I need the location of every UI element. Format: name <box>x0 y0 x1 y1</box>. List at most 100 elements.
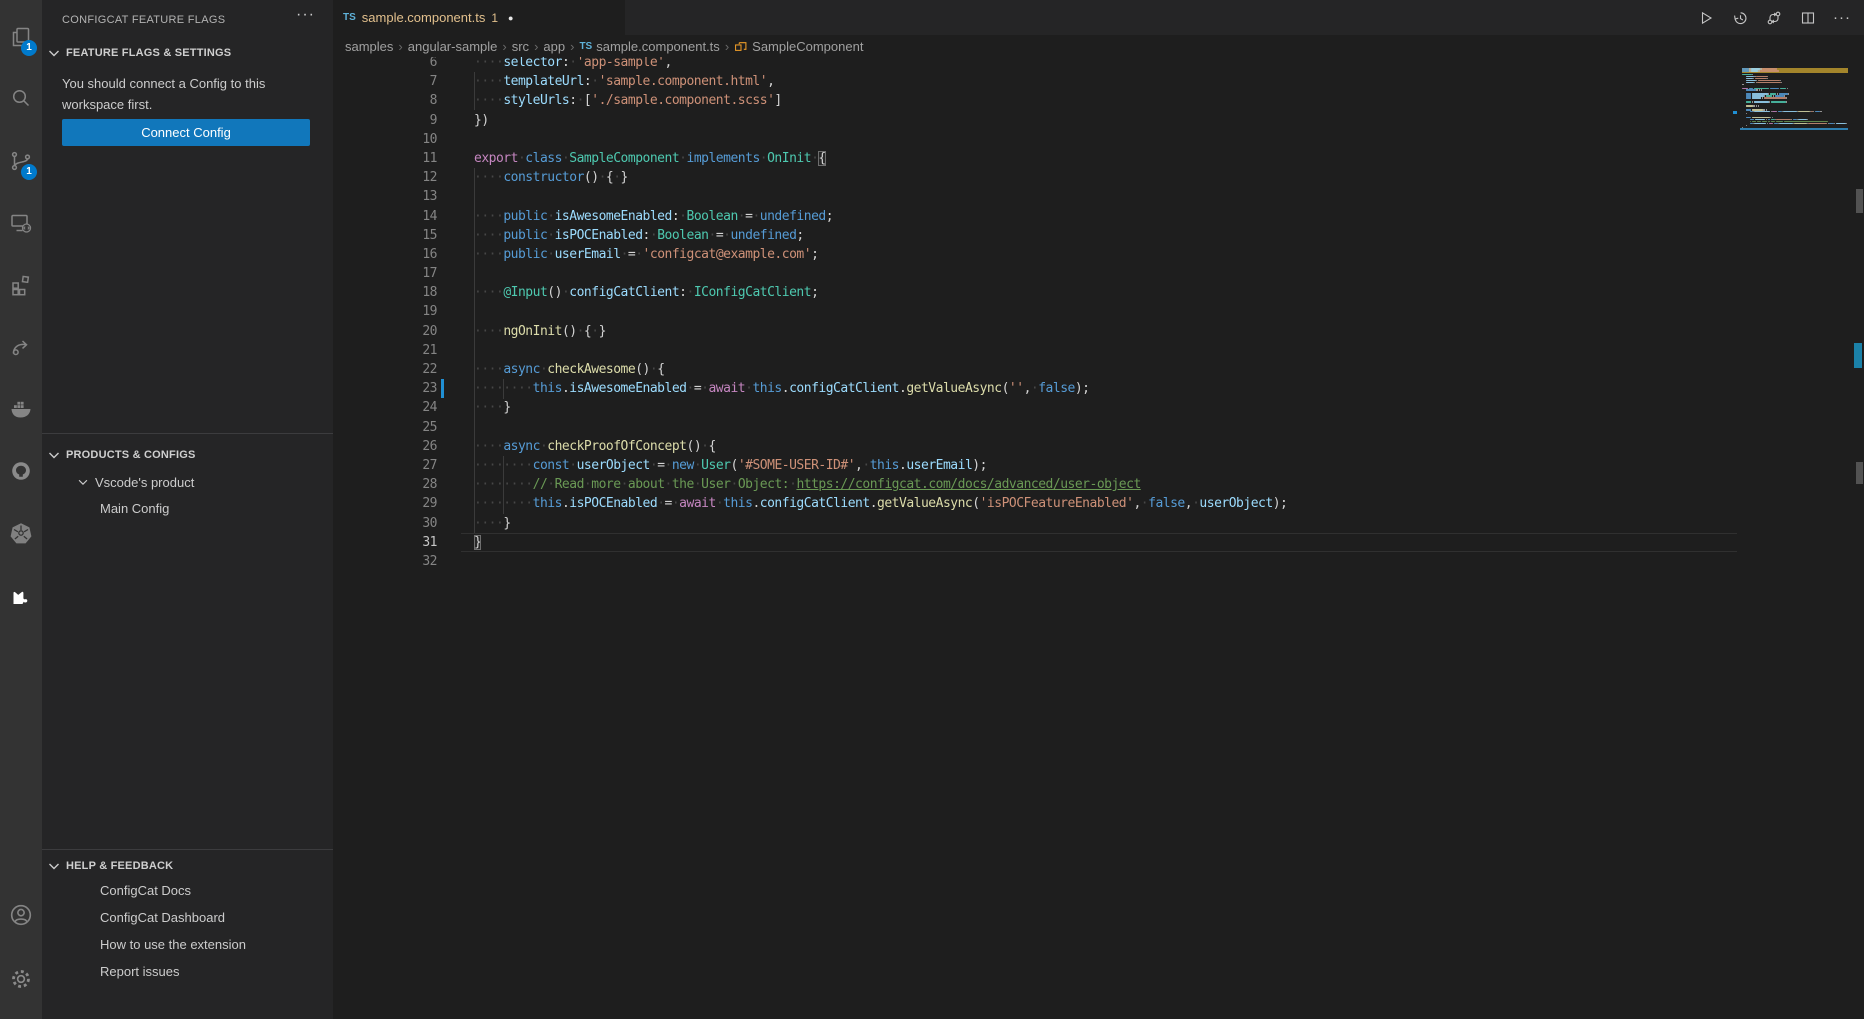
token: public <box>503 228 547 243</box>
code-line-17[interactable]: 17 <box>333 264 1737 283</box>
tab-sample-component[interactable]: TS sample.component.ts 1 ● <box>333 0 625 35</box>
token: isAwesomeEnabled <box>569 381 686 396</box>
code-line-7[interactable]: 7····templateUrl:·'sample.component.html… <box>333 72 1737 91</box>
line-number: 25 <box>333 418 437 437</box>
line-number: 18 <box>333 283 437 302</box>
breadcrumb-separator-icon: › <box>570 39 574 54</box>
help-link-configcat-dashboard[interactable]: ConfigCat Dashboard <box>100 907 225 929</box>
comment-link[interactable]: https://configcat.com/docs/advanced/user… <box>796 477 1140 492</box>
activity-item-configcat[interactable] <box>0 564 42 626</box>
code-line-20[interactable]: 20····ngOnInit()·{·} <box>333 322 1737 341</box>
token: undefined <box>760 209 826 224</box>
code-line-10[interactable]: 10 <box>333 130 1737 149</box>
code-line-22[interactable]: 22····async·checkAwesome()·{ <box>333 360 1737 379</box>
breadcrumb-item-angular-sample[interactable]: angular-sample <box>408 39 498 54</box>
code-line-29[interactable]: 29········this.isPOCEnabled·=·await·this… <box>333 494 1737 513</box>
activity-item-extensions[interactable] <box>0 254 42 316</box>
breadcrumb-separator-icon: › <box>398 39 402 54</box>
token: · <box>599 170 606 185</box>
line-number: 24 <box>333 398 437 417</box>
activity-item-search[interactable] <box>0 68 42 130</box>
breadcrumb-item-src[interactable]: src <box>512 39 529 54</box>
code-text: ····public·isAwesomeEnabled:·Boolean·=·u… <box>474 207 833 226</box>
split-editor-button[interactable] <box>1798 8 1818 28</box>
activity-item-docker[interactable] <box>0 378 42 440</box>
breadcrumb-item-app[interactable]: app <box>543 39 565 54</box>
activity-item-accounts[interactable] <box>0 883 42 947</box>
token: ; <box>811 247 818 262</box>
token: '#SOME-USER-ID#' <box>738 458 855 473</box>
code-line-31[interactable]: 31} <box>333 533 1737 552</box>
token: · <box>621 477 628 492</box>
code-line-28[interactable]: 28········//·Read·more·about·the·User·Ob… <box>333 475 1737 494</box>
code-text: ····constructor()·{·} <box>474 168 628 187</box>
breadcrumb-label: angular-sample <box>408 39 498 54</box>
connect-config-button[interactable]: Connect Config <box>62 119 310 146</box>
code-line-32[interactable]: 32 <box>333 552 1737 571</box>
token: the <box>672 477 694 492</box>
section-feature-flags[interactable]: FEATURE FLAGS & SETTINGS <box>46 42 231 64</box>
timeline-button[interactable] <box>1730 8 1750 28</box>
token: . <box>752 496 759 511</box>
compare-changes-button[interactable] <box>1764 8 1784 28</box>
token: , <box>1185 496 1192 511</box>
token: · <box>621 247 628 262</box>
token: ···· <box>474 57 503 70</box>
code-line-13[interactable]: 13 <box>333 187 1737 206</box>
token: this <box>870 458 899 473</box>
token: Read <box>555 477 584 492</box>
code-line-8[interactable]: 8····styleUrls:·['./sample.component.scs… <box>333 91 1737 110</box>
tree-item-config[interactable]: Main Config <box>100 498 169 520</box>
minimap-current-line-marker <box>1740 128 1848 130</box>
breadcrumb-item-samplecomponent[interactable]: SampleComponent <box>734 39 863 54</box>
code-line-11[interactable]: 11export·class·SampleComponent·implement… <box>333 149 1737 168</box>
run-button[interactable] <box>1696 8 1716 28</box>
activity-item-remote-explorer[interactable] <box>0 192 42 254</box>
code-line-16[interactable]: 16····public·userEmail·=·'configcat@exam… <box>333 245 1737 264</box>
breadcrumb-item-samples[interactable]: samples <box>345 39 393 54</box>
token: , <box>1133 496 1140 511</box>
tree-item-product[interactable]: Vscode's product <box>76 471 194 493</box>
activity-item-kubernetes[interactable] <box>0 502 42 564</box>
breadcrumb-item-sample-component-ts[interactable]: TSsample.component.ts <box>579 39 719 54</box>
activity-item-explorer[interactable]: 1 <box>0 6 42 68</box>
activity-item-github[interactable] <box>0 440 42 502</box>
tree-item-label: Vscode's product <box>95 475 194 490</box>
code-line-25[interactable]: 25 <box>333 418 1737 437</box>
code-line-23[interactable]: 23········this.isAwesomeEnabled·=·await·… <box>333 379 1737 398</box>
token: userEmail <box>555 247 621 262</box>
code-line-30[interactable]: 30····} <box>333 514 1737 533</box>
line-number: 22 <box>333 360 437 379</box>
token: · <box>730 477 737 492</box>
code-line-24[interactable]: 24····} <box>333 398 1737 417</box>
minimap[interactable] <box>1740 55 1850 145</box>
token: , <box>1024 381 1031 396</box>
activity-item-source-control[interactable]: 1 <box>0 130 42 192</box>
code-line-12[interactable]: 12····constructor()·{·} <box>333 168 1737 187</box>
code-line-26[interactable]: 26····async·checkProofOfConcept()·{ <box>333 437 1737 456</box>
section-help-feedback[interactable]: HELP & FEEDBACK <box>46 855 173 877</box>
activity-badge: 1 <box>21 164 37 180</box>
code-line-9[interactable]: 9}) <box>333 111 1737 130</box>
code-editor[interactable]: 6····selector:·'app-sample',7····templat… <box>333 57 1864 1019</box>
more-button[interactable]: ··· <box>1832 8 1852 28</box>
help-link-configcat-docs[interactable]: ConfigCat Docs <box>100 880 191 902</box>
code-line-6[interactable]: 6····selector:·'app-sample', <box>333 57 1737 72</box>
code-line-18[interactable]: 18····@Input()·configCatClient:·IConfigC… <box>333 283 1737 302</box>
code-line-14[interactable]: 14····public·isAwesomeEnabled:·Boolean·=… <box>333 207 1737 226</box>
help-link-how-to-use-the-extension[interactable]: How to use the extension <box>100 934 246 956</box>
token: · <box>679 209 686 224</box>
code-line-21[interactable]: 21 <box>333 341 1737 360</box>
code-line-15[interactable]: 15····public·isPOCEnabled:·Boolean·=·und… <box>333 226 1737 245</box>
token: ···· <box>474 400 503 415</box>
token: ; <box>826 209 833 224</box>
activity-item-live-share[interactable] <box>0 316 42 378</box>
section-products-configs[interactable]: PRODUCTS & CONFIGS <box>46 444 196 466</box>
token: } <box>621 170 628 185</box>
code-line-19[interactable]: 19 <box>333 302 1737 321</box>
sidebar-more-actions-icon[interactable]: ··· <box>296 6 315 24</box>
code-line-27[interactable]: 27········const·userObject·=·new·User('#… <box>333 456 1737 475</box>
activity-item-settings[interactable] <box>0 947 42 1011</box>
help-link-report-issues[interactable]: Report issues <box>100 961 179 983</box>
token: } <box>474 535 481 550</box>
